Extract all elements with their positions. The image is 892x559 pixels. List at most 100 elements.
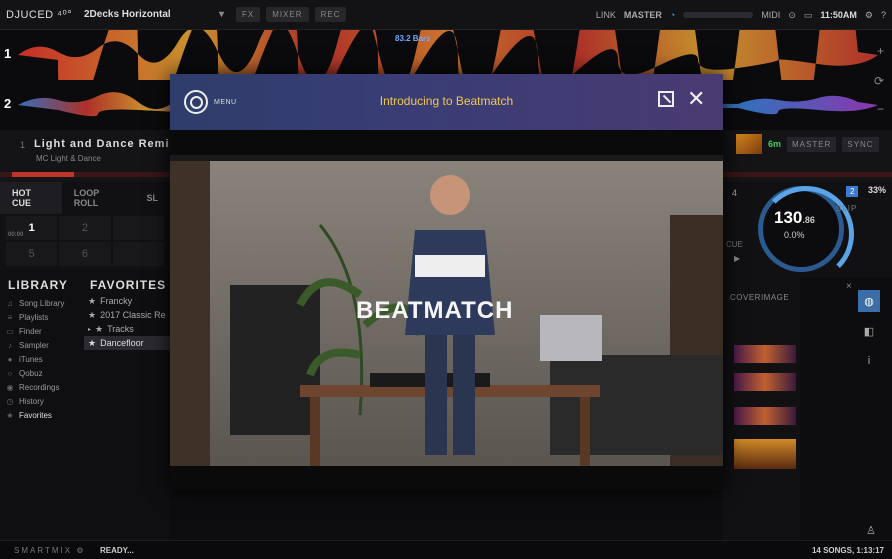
library-item-label: Finder — [19, 326, 42, 336]
star-icon: ★ — [88, 295, 97, 306]
sampler-icon: ♪ — [8, 340, 12, 350]
deck1-waveform[interactable]: 1 — [0, 30, 892, 80]
info-icon[interactable]: i — [858, 350, 880, 372]
library-item-sampler[interactable]: ♪ Sampler — [6, 338, 64, 352]
smartmix-label[interactable]: SMARTMIX ⚙ — [0, 546, 100, 555]
cover-column: COVERIMAGE × — [722, 277, 852, 540]
panel-icon[interactable]: ◧ — [858, 320, 880, 342]
pad-2[interactable]: 2 — [59, 216, 111, 240]
library-item-label: Recordings — [19, 382, 60, 392]
qobuz-icon: ○ — [7, 368, 13, 378]
favorites-item[interactable]: ▸ ★ Tracks — [84, 322, 170, 336]
cover-image[interactable] — [734, 345, 796, 363]
library-item-label: History — [19, 396, 44, 406]
library-item-playlists[interactable]: ≡ Playlists — [6, 310, 64, 324]
favorites-item[interactable]: ★ Francky — [84, 294, 170, 308]
library-item-song-library[interactable]: ♫ Song Library — [6, 296, 64, 310]
deck2-pitch: 0.0% — [784, 230, 805, 240]
master-volume-slider[interactable] — [683, 12, 754, 18]
settings-icon[interactable]: ⚙ — [865, 10, 873, 21]
deck2-jog-wheel[interactable] — [758, 186, 854, 282]
tab-loop-roll[interactable]: LOOP ROLL — [62, 188, 135, 208]
library-item-itunes[interactable]: ● iTunes — [6, 352, 64, 366]
zoom-out-icon[interactable]: − — [877, 102, 884, 116]
record-indicator-icon: ⊙ — [788, 9, 796, 20]
close-icon[interactable]: × — [846, 281, 852, 292]
layout-select[interactable]: 2Decks Horizontal ▾ — [80, 9, 230, 20]
browser-icon[interactable]: ◍ — [858, 290, 880, 312]
deck2-controls: 4 130.86 0.0% 2 33% SLIP CUE ▶ — [722, 182, 892, 282]
pad-3[interactable] — [112, 216, 164, 240]
tab-hot-cue[interactable]: HOT CUE — [0, 182, 62, 214]
folder-icon: ▭ — [6, 326, 14, 336]
chevron-right-icon[interactable]: ▸ — [88, 326, 91, 333]
library-item-history[interactable]: ◷ History — [6, 394, 64, 408]
favorites-item[interactable]: ★ 2017 Classic Re — [84, 308, 170, 322]
status-text: READY... — [100, 545, 134, 555]
favorites-item[interactable]: ★ Dancefloor — [84, 336, 170, 350]
library-item-label: iTunes — [19, 354, 43, 364]
sync-icon[interactable]: ⟳ — [874, 74, 884, 88]
pad-timestamp: 00:00 — [8, 232, 24, 238]
modal-title: Introducing to Beatmatch — [379, 94, 514, 108]
cover-image[interactable] — [734, 373, 796, 391]
video-caption: BEATMATCH — [356, 297, 514, 324]
library-panel: LIBRARY FAVORITES ♫ Song Library ≡ Playlis… — [0, 270, 170, 540]
pad-grid: 1 00:00 2 5 6 — [0, 214, 170, 268]
library-item-finder[interactable]: ▭ Finder — [6, 324, 64, 338]
pad-5[interactable]: 5 — [6, 242, 58, 266]
cover-image[interactable] — [734, 407, 796, 425]
battery-icon: ▭ — [803, 9, 813, 20]
library-item-label: Favorites — [19, 410, 52, 420]
deck1-track-artist: MC Light & Dance — [36, 154, 101, 163]
link-button[interactable]: LINK — [596, 10, 616, 20]
gear-icon: ⚙ — [76, 545, 86, 555]
bars-label: 83.2 Bars — [395, 34, 431, 43]
song-count: 14 SONGS, 1:13:17 — [811, 545, 884, 555]
pad-1[interactable]: 1 00:00 — [6, 216, 58, 240]
deck1-waveform-graphic — [18, 30, 878, 80]
tab-slicer[interactable]: SL — [134, 193, 170, 203]
master-knob-icon[interactable]: ◔ — [670, 10, 675, 20]
cover-image-heading: COVERIMAGE — [730, 293, 790, 302]
favorites-item-label: Tracks — [107, 324, 134, 334]
layout-select-value: 2Decks Horizontal — [84, 9, 171, 20]
pads-panel: HOT CUE LOOP ROLL SL 1 00:00 2 5 6 — [0, 182, 170, 270]
master-button[interactable]: MASTER — [787, 136, 837, 152]
library-item-favorites[interactable]: ★ Favorites — [6, 408, 64, 422]
clock: 11:50AM — [820, 10, 857, 20]
close-button[interactable]: ✕ — [687, 88, 705, 110]
star-icon: ★ — [95, 323, 104, 334]
record-icon: ◉ — [6, 382, 14, 392]
library-heading: LIBRARY — [8, 278, 68, 292]
cue-button[interactable]: CUE — [726, 240, 743, 249]
fx-button[interactable]: FX — [236, 7, 261, 22]
play-icon[interactable]: ▶ — [734, 254, 740, 263]
help-button[interactable]: ? — [881, 10, 886, 20]
library-item-qobuz[interactable]: ○ Qobuz — [6, 366, 64, 380]
midi-button[interactable]: MIDI — [761, 10, 780, 20]
slip-button[interactable]: SLIP — [836, 204, 857, 213]
star-icon: ★ — [88, 309, 97, 320]
library-item-label: Playlists — [19, 312, 49, 322]
deck2-loop-size[interactable]: 4 — [732, 188, 737, 198]
rec-button[interactable]: REC — [314, 7, 347, 22]
star-icon: ★ — [88, 337, 97, 348]
deck1-number: 1 — [4, 46, 12, 61]
tutorial-modal: MENU Introducing to Beatmatch ✕ BEATMATC… — [170, 74, 723, 490]
sync-button[interactable]: SYNC — [842, 136, 879, 152]
video-player[interactable]: BEATMATCH — [170, 155, 723, 466]
mixer-button[interactable]: MIXER — [266, 7, 309, 22]
fullscreen-icon[interactable] — [658, 91, 674, 107]
favorites-item-label: Francky — [100, 296, 133, 306]
star-icon: ★ — [6, 410, 14, 420]
library-item-recordings[interactable]: ◉ Recordings — [6, 380, 64, 394]
cover-image[interactable] — [734, 439, 796, 469]
zoom-in-icon[interactable]: + — [877, 44, 884, 58]
pad-6[interactable]: 6 — [59, 242, 111, 266]
favorites-heading: FAVORITES — [90, 278, 167, 292]
user-icon[interactable]: ♙ — [866, 524, 876, 537]
deck2-badge: 2 — [846, 186, 859, 197]
deck2-time: 6m — [768, 139, 782, 149]
pad-7[interactable] — [112, 242, 164, 266]
